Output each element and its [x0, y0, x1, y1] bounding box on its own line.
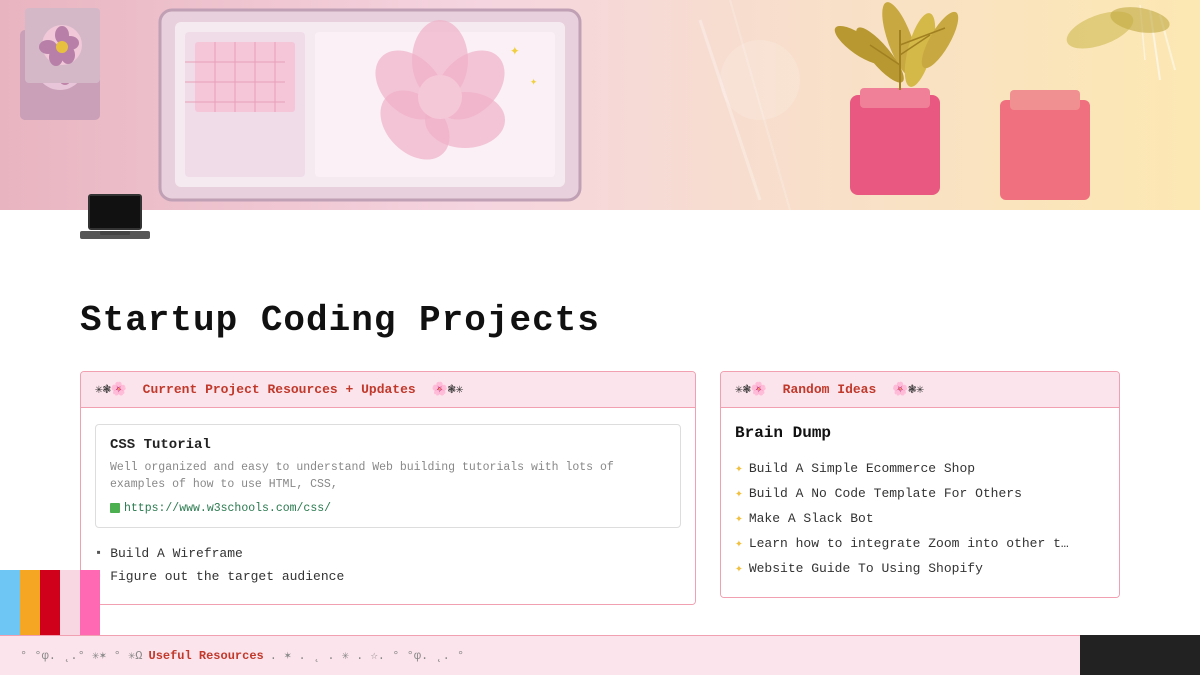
resource-card-desc: Well organized and easy to understand We…: [110, 459, 666, 494]
main-content: Startup Coding Projects ✳❃🌸 Current Proj…: [0, 250, 1200, 645]
sparkle-icon: ✦: [735, 486, 743, 501]
sparkle-icon: ✦: [735, 536, 743, 551]
idea-item: ✦ Make A Slack Bot: [735, 506, 1105, 531]
two-column-layout: ✳❃🌸 Current Project Resources + Updates …: [80, 371, 1120, 605]
page-title: Startup Coding Projects: [80, 300, 1120, 341]
random-deco-right: 🌸❃✳: [892, 382, 924, 397]
laptop-icon: [80, 190, 150, 250]
color-strip: [60, 570, 80, 635]
color-strip: [20, 570, 40, 635]
bullet-item: Figure out the target audience: [95, 565, 681, 588]
idea-item: ✦ Build A No Code Template For Others: [735, 481, 1105, 506]
resource-card-link[interactable]: https://www.w3schools.com/css/: [110, 502, 666, 515]
hero-banner: ✦ ✦: [0, 0, 1200, 210]
idea-text: Make A Slack Bot: [749, 511, 874, 526]
sparkle-icon: ✦: [735, 511, 743, 526]
link-text: https://www.w3schools.com/css/: [124, 502, 331, 515]
css-tutorial-card[interactable]: CSS Tutorial Well organized and easy to …: [95, 424, 681, 528]
random-ideas-title: Random Ideas: [783, 382, 877, 397]
svg-text:✦: ✦: [530, 75, 537, 89]
random-ideas-body: Brain Dump ✦ Build A Simple Ecommerce Sho…: [721, 408, 1119, 597]
random-ideas-header: ✳❃🌸 Random Ideas 🌸❃✳: [721, 372, 1119, 408]
header-deco-left: ✳❃🌸: [95, 382, 127, 397]
bottom-bar-left-text: ° °φ. ˛.° ✳✶ ° ✳Ω: [20, 648, 143, 663]
current-project-title: Current Project Resources + Updates: [143, 382, 416, 397]
current-project-section: ✳❃🌸 Current Project Resources + Updates …: [80, 371, 696, 605]
idea-text: Build A Simple Ecommerce Shop: [749, 461, 975, 476]
color-strip: [40, 570, 60, 635]
idea-item: ✦ Learn how to integrate Zoom into other …: [735, 531, 1105, 556]
bottom-bar: ° °φ. ˛.° ✳✶ ° ✳Ω Useful Resources . ✶ .…: [0, 635, 1200, 675]
resource-card-title: CSS Tutorial: [110, 437, 666, 453]
bottom-right-dark-bar: [1080, 635, 1200, 675]
random-ideas-section: ✳❃🌸 Random Ideas 🌸❃✳ Brain Dump ✦ Build A…: [720, 371, 1120, 598]
ideas-list: ✦ Build A Simple Ecommerce Shop ✦ Build A N…: [735, 456, 1105, 581]
current-project-header: ✳❃🌸 Current Project Resources + Updates …: [81, 372, 695, 408]
idea-item: ✦ Website Guide To Using Shopify: [735, 556, 1105, 581]
svg-text:✦: ✦: [510, 42, 520, 60]
color-strip: [80, 570, 100, 635]
idea-text: Build A No Code Template For Others: [749, 486, 1022, 501]
bottom-bar-right-text: . ✶ . ˛ . ✳ . ☆. ° °φ. ˛. °: [270, 648, 465, 663]
useful-resources-label: Useful Resources: [149, 649, 264, 663]
sparkle-icon: ✦: [735, 561, 743, 576]
current-project-body: CSS Tutorial Well organized and easy to …: [81, 408, 695, 604]
brain-dump-title: Brain Dump: [735, 424, 1105, 442]
header-deco-right: 🌸❃✳: [432, 382, 464, 397]
bottom-color-strips: [0, 570, 100, 635]
project-bullet-list: Build A WireframeFigure out the target a…: [95, 542, 681, 588]
link-icon: [110, 503, 120, 513]
bullet-item: Build A Wireframe: [95, 542, 681, 565]
random-deco-left: ✳❃🌸: [735, 382, 767, 397]
idea-item: ✦ Build A Simple Ecommerce Shop: [735, 456, 1105, 481]
left-column: ✳❃🌸 Current Project Resources + Updates …: [80, 371, 696, 605]
idea-text: Website Guide To Using Shopify: [749, 561, 983, 576]
color-strip: [0, 570, 20, 635]
right-column: ✳❃🌸 Random Ideas 🌸❃✳ Brain Dump ✦ Build A…: [720, 371, 1120, 598]
idea-text: Learn how to integrate Zoom into other t…: [749, 536, 1069, 551]
sparkle-icon: ✦: [735, 461, 743, 476]
